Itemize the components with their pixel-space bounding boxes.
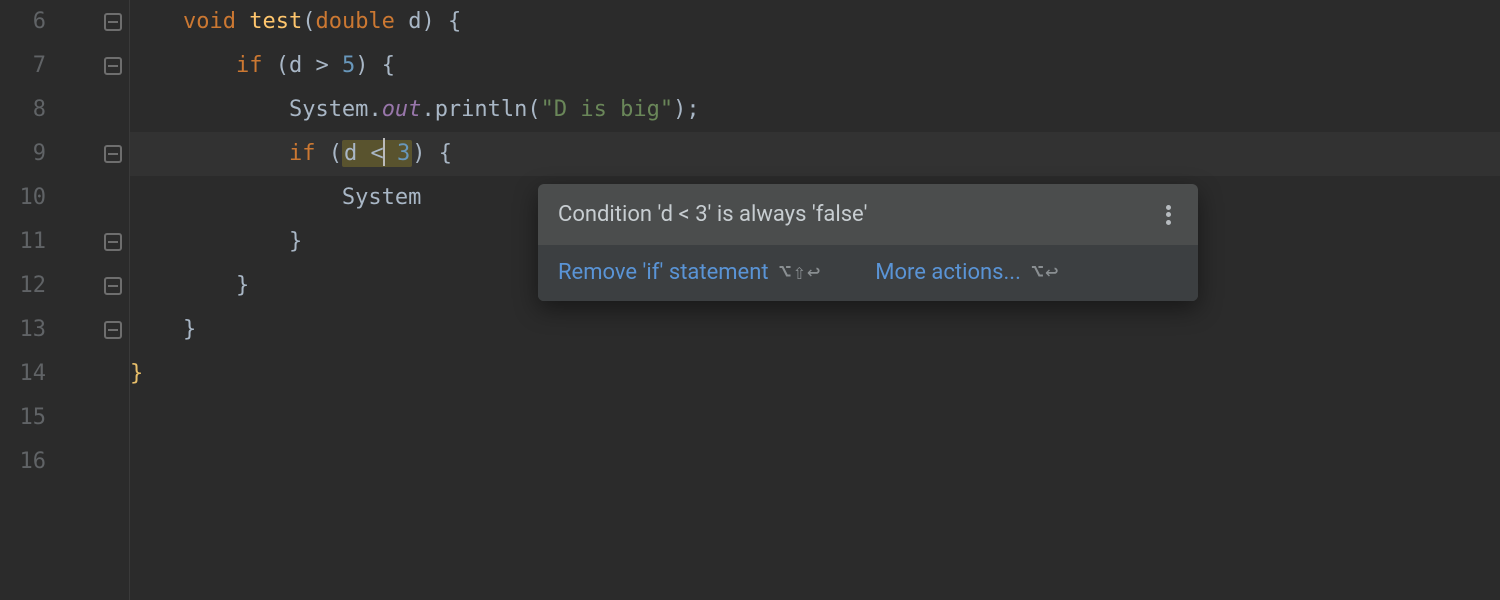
keyword: if (289, 141, 316, 166)
method-call: println (435, 97, 528, 122)
keyword: void (183, 9, 236, 34)
shortcut-hint: ⌥⇧↩ (779, 260, 822, 285)
line-number: 9 (0, 132, 60, 176)
more-actions-link[interactable]: More actions... (875, 260, 1021, 285)
fold-toggle-icon[interactable] (104, 13, 122, 31)
fold-toggle-icon[interactable] (104, 57, 122, 75)
field: out (382, 97, 422, 122)
shortcut-hint: ⌥↩ (1031, 260, 1060, 285)
line-number-gutter: 6 7 8 9 10 11 12 13 14 15 16 (0, 0, 60, 600)
operator: < (357, 141, 384, 166)
parameter: d (408, 9, 421, 34)
brace: } (236, 273, 249, 298)
fold-toggle-icon[interactable] (104, 145, 122, 163)
number: 3 (397, 141, 410, 166)
brace: } (289, 229, 302, 254)
class-ref: System (342, 185, 421, 210)
line-number: 7 (0, 44, 60, 88)
inspection-popup: Condition 'd < 3' is always 'false' Remo… (538, 184, 1198, 301)
brace: } (183, 317, 196, 342)
code-text-area[interactable]: void test(double d) { if (d > 5) { Syste… (130, 0, 1500, 600)
paren: ( (276, 53, 289, 78)
operator: > (302, 53, 342, 78)
more-options-icon[interactable] (1158, 203, 1178, 227)
line-number: 14 (0, 352, 60, 396)
method-name: test (249, 9, 302, 34)
brace: } (130, 361, 143, 386)
line-number: 12 (0, 264, 60, 308)
fold-toggle-icon[interactable] (104, 233, 122, 251)
type: double (315, 9, 394, 34)
fold-toggle-icon[interactable] (104, 277, 122, 295)
fold-toggle-icon[interactable] (104, 321, 122, 339)
variable: d (289, 53, 302, 78)
keyword: if (236, 53, 263, 78)
code-line[interactable]: } (130, 308, 1500, 352)
text-caret (383, 138, 385, 166)
code-line[interactable]: } (130, 352, 1500, 396)
code-line[interactable] (130, 396, 1500, 440)
code-line[interactable]: System.out.println("D is big"); (130, 88, 1500, 132)
brace: { (382, 53, 395, 78)
class-ref: System (289, 97, 368, 122)
string-literal: "D is big" (541, 97, 673, 122)
fold-gutter (60, 0, 130, 600)
line-number: 8 (0, 88, 60, 132)
paren: ) (355, 53, 368, 78)
code-editor[interactable]: 6 7 8 9 10 11 12 13 14 15 16 void test(d… (0, 0, 1500, 600)
line-number: 15 (0, 396, 60, 440)
remove-if-action[interactable]: Remove 'if' statement (558, 260, 769, 285)
code-line-active[interactable]: if (d < 3) { (130, 132, 1500, 176)
line-number: 16 (0, 440, 60, 484)
line-number: 10 (0, 176, 60, 220)
brace: { (439, 141, 452, 166)
line-number: 6 (0, 0, 60, 44)
line-number: 11 (0, 220, 60, 264)
inspection-message: Condition 'd < 3' is always 'false' (558, 202, 867, 227)
variable: d (344, 141, 357, 166)
code-line[interactable]: if (d > 5) { (130, 44, 1500, 88)
code-line[interactable]: void test(double d) { (130, 0, 1500, 44)
line-number: 13 (0, 308, 60, 352)
code-line[interactable] (130, 440, 1500, 484)
inspection-highlight[interactable]: d < 3 (342, 140, 412, 167)
number: 5 (342, 53, 355, 78)
brace: { (448, 9, 461, 34)
